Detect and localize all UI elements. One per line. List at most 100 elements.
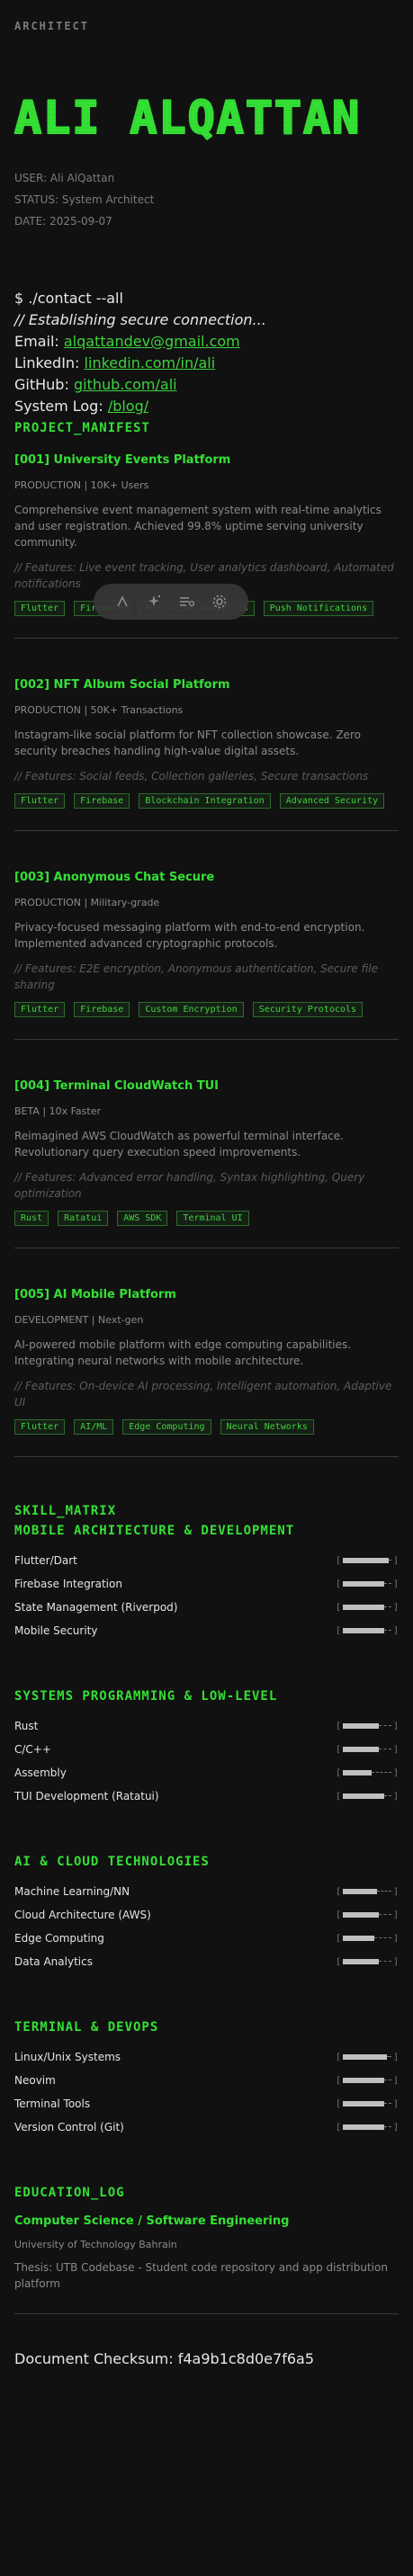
contact-command: $ ./contact --all: [14, 290, 123, 307]
tech-tag: Flutter: [14, 601, 66, 616]
divider: [14, 1039, 399, 1040]
skill-level-bar: []: [336, 1791, 399, 1802]
project-title[interactable]: [005] AI Mobile Platform: [14, 1288, 399, 1301]
skill-row: State Management (Riverpod) []: [14, 1596, 399, 1619]
skill-level-bar: []: [336, 1767, 399, 1778]
project-status: PRODUCTION | 50K+ Transactions: [14, 704, 184, 716]
tech-tag: Security Protocols: [252, 1002, 364, 1017]
tech-tag: Blockchain Integration: [139, 793, 271, 809]
meta-status: STATUS: System Architect: [14, 193, 155, 206]
skill-name: State Management (Riverpod): [14, 1601, 178, 1614]
divider: [14, 830, 399, 831]
skill-group-title: TERMINAL & DEVOPS: [14, 2020, 159, 2035]
settings-gear-icon[interactable]: [210, 592, 229, 612]
tech-tag: Flutter: [14, 1002, 66, 1017]
skill-row: Cloud Architecture (AWS) []: [14, 1903, 399, 1927]
skill-level-bar: []: [336, 1721, 399, 1731]
skill-name: Terminal Tools: [14, 2097, 91, 2110]
linkedin-label: LinkedIn:: [14, 354, 80, 371]
skill-row: TUI Development (Ratatui) []: [14, 1784, 399, 1808]
project-features: // Features: E2E encryption, Anonymous a…: [14, 962, 378, 991]
education-degree: Computer Science / Software Engineering: [14, 2214, 290, 2228]
sparkle-icon[interactable]: [145, 592, 165, 612]
meta-date: DATE: 2025-09-07: [14, 215, 112, 228]
syslog-link[interactable]: /blog/: [108, 398, 148, 415]
skill-name: Cloud Architecture (AWS): [14, 1909, 151, 1921]
skill-level-bar: []: [336, 2075, 399, 2086]
document-checksum: Document Checksum: f4a9b1c8d0e7f6a5: [14, 2350, 314, 2367]
skill-group: SYSTEMS PROGRAMMING & LOW-LEVEL Rust [] …: [14, 1689, 399, 1808]
project-title[interactable]: [001] University Events Platform: [14, 453, 399, 467]
tech-tag: Firebase: [74, 1002, 130, 1017]
project-tags: Flutter Firebase Custom Encryption Security…: [14, 1002, 399, 1017]
education-heading: EDUCATION_LOG: [14, 2186, 125, 2200]
skill-name: Linux/Unix Systems: [14, 2051, 121, 2063]
skill-name: C/C++: [14, 1743, 51, 1756]
skill-level-bar: []: [336, 1579, 399, 1589]
tech-tag: Custom Encryption: [139, 1002, 244, 1017]
text-icon[interactable]: [112, 592, 132, 612]
skill-level-bar: []: [336, 2052, 399, 2062]
tech-tag: Rust: [14, 1211, 49, 1226]
skill-level-bar: []: [336, 1744, 399, 1755]
project-features: // Features: Social feeds, Collection ga…: [14, 770, 369, 783]
skill-name: Mobile Security: [14, 1624, 98, 1637]
skill-level-bar: []: [336, 1602, 399, 1613]
tech-tag: AWS SDK: [117, 1211, 168, 1226]
project-card: [002] NFT Album Social Platform PRODUCTI…: [14, 678, 399, 831]
linkedin-link[interactable]: linkedin.com/in/ali: [85, 354, 216, 371]
divider: [14, 1456, 399, 1457]
logo-text: ALI ALQATTAN: [13, 94, 405, 141]
skill-row: Neovim []: [14, 2069, 399, 2092]
tech-tag: Firebase: [74, 793, 130, 809]
skill-row: Edge Computing []: [14, 1927, 399, 1950]
email-link[interactable]: alqattandev@gmail.com: [64, 333, 240, 350]
skill-row: Linux/Unix Systems []: [14, 2045, 399, 2069]
skills-heading: SKILL_MATRIX: [14, 1504, 117, 1518]
project-tags: Flutter AI/ML Edge Computing Neural Network…: [14, 1419, 399, 1435]
skill-level-bar: []: [336, 1886, 399, 1897]
tech-tag: Ratatui: [58, 1211, 109, 1226]
skill-name: Firebase Integration: [14, 1578, 122, 1590]
meta-user: USER: Ali AlQattan: [14, 172, 115, 184]
project-description: Reimagined AWS CloudWatch as powerful te…: [14, 1130, 344, 1158]
tech-tag: Push Notifications: [263, 601, 374, 616]
project-title[interactable]: [004] Terminal CloudWatch TUI: [14, 1079, 399, 1093]
project-features: // Features: On-device AI processing, In…: [14, 1380, 392, 1409]
skill-name: Assembly: [14, 1767, 67, 1779]
project-card: [005] AI Mobile Platform DEVELOPMENT | N…: [14, 1288, 399, 1457]
project-card: [004] Terminal CloudWatch TUI BETA | 10x…: [14, 1079, 399, 1248]
skill-group: TERMINAL & DEVOPS Linux/Unix Systems [] …: [14, 2020, 399, 2139]
github-label: GitHub:: [14, 376, 69, 393]
project-description: Comprehensive event management system wi…: [14, 504, 382, 549]
skill-row: C/C++ []: [14, 1738, 399, 1761]
skill-group: AI & CLOUD TECHNOLOGIES Machine Learning…: [14, 1855, 399, 1973]
project-title[interactable]: [003] Anonymous Chat Secure: [14, 871, 399, 884]
tech-tag: Advanced Security: [279, 793, 385, 809]
skill-level-bar: []: [336, 1555, 399, 1566]
contact-block: $ ./contact --all // Establishing secure…: [14, 288, 399, 417]
project-status: PRODUCTION | Military-grade: [14, 897, 160, 908]
syslog-label: System Log:: [14, 398, 103, 415]
project-status: PRODUCTION | 10K+ Users: [14, 479, 149, 491]
logo: ALI ALQATTAN: [13, 94, 405, 141]
skill-row: Flutter/Dart []: [14, 1549, 399, 1572]
skill-row: Mobile Security []: [14, 1619, 399, 1642]
skill-group-title: MOBILE ARCHITECTURE & DEVELOPMENT: [14, 1524, 295, 1538]
meta-block: USER: Ali AlQattan STATUS: System Archit…: [14, 167, 399, 232]
skill-name: Flutter/Dart: [14, 1554, 77, 1567]
divider: [14, 638, 399, 639]
project-title[interactable]: [002] NFT Album Social Platform: [14, 678, 399, 692]
tech-tag: AI/ML: [74, 1419, 114, 1435]
tech-tag: Terminal UI: [176, 1211, 249, 1226]
project-tags: Flutter Firebase Blockchain Integration Adv…: [14, 793, 399, 809]
skill-name: Version Control (Git): [14, 2121, 124, 2133]
skill-level-bar: []: [336, 1625, 399, 1636]
project-status: DEVELOPMENT | Next-gen: [14, 1314, 144, 1326]
project-description: AI-powered mobile platform with edge com…: [14, 1338, 352, 1367]
reader-list-icon[interactable]: [177, 592, 197, 612]
github-link[interactable]: github.com/ali: [74, 376, 177, 393]
skill-row: Rust []: [14, 1714, 399, 1738]
tech-tag: Flutter: [14, 793, 66, 809]
skill-name: Edge Computing: [14, 1932, 104, 1945]
